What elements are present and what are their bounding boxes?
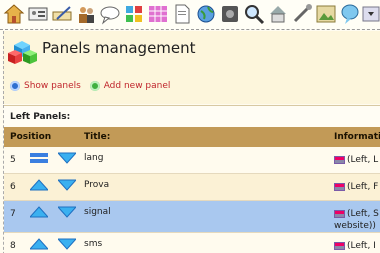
- section-label: Left Panels:: [4, 105, 380, 127]
- table-row[interactable]: 5 lang (Left, L: [4, 147, 380, 174]
- left-panels-section: Left Panels: Position Title: Informati 5…: [3, 105, 380, 253]
- row-info: (Left, S: [334, 209, 379, 219]
- row-position: 5: [10, 155, 16, 165]
- flag-icon: [334, 183, 345, 191]
- chat-bubble-icon[interactable]: [99, 3, 121, 25]
- row-title: lang: [84, 153, 104, 163]
- page-header: Panels management Show panels Add new pa…: [3, 31, 380, 104]
- row-arrows: [30, 237, 86, 251]
- row-position: 8: [10, 241, 16, 251]
- row-arrows: [30, 205, 86, 219]
- add-new-panel-label: Add new panel: [103, 81, 171, 91]
- globe-icon[interactable]: [195, 3, 217, 25]
- add-new-panel-link[interactable]: Add new panel: [89, 81, 171, 91]
- show-panels-link[interactable]: Show panels: [10, 81, 81, 91]
- row-title: Prova: [84, 180, 110, 190]
- document-icon[interactable]: [171, 3, 193, 25]
- search-icon[interactable]: [243, 3, 265, 25]
- pen-icon[interactable]: [51, 3, 73, 25]
- row-title: signal: [84, 207, 111, 217]
- flag-icon: [334, 242, 345, 250]
- flag-icon: [334, 210, 345, 218]
- panels-cubes-icon: [8, 41, 37, 64]
- row-info: (Left, I: [334, 241, 376, 251]
- move-up-icon[interactable]: [30, 237, 48, 251]
- row-position: 6: [10, 182, 16, 192]
- show-panels-label: Show panels: [24, 81, 81, 91]
- add-icon: [89, 81, 100, 91]
- row-title: sms: [84, 239, 103, 249]
- page-title: Panels management: [42, 39, 196, 57]
- move-up-icon[interactable]: [30, 205, 48, 219]
- table-row[interactable]: 8 sms (Left, I: [4, 233, 380, 253]
- show-icon: [10, 81, 20, 91]
- row-arrows: [30, 151, 86, 165]
- header-title: Title:: [84, 132, 111, 142]
- move-up-icon[interactable]: [30, 178, 48, 192]
- modules-cube-icon[interactable]: [123, 3, 145, 25]
- dropdown-icon[interactable]: [361, 3, 380, 25]
- house-settings-icon[interactable]: [267, 3, 289, 25]
- move-down-icon[interactable]: [58, 237, 76, 251]
- move-down-icon[interactable]: [58, 151, 76, 165]
- table-header: Position Title: Informati: [4, 127, 380, 147]
- image-gallery-icon[interactable]: [315, 3, 337, 25]
- table-row[interactable]: 6 Prova (Left, F: [4, 174, 380, 201]
- row-info-text: (Left, F: [347, 182, 379, 192]
- users-icon[interactable]: [75, 3, 97, 25]
- row-info-text: (Left, I: [347, 241, 376, 251]
- actions-bar: Show panels Add new panel: [10, 81, 176, 94]
- move-lines-icon[interactable]: [30, 151, 48, 165]
- toolbar: [0, 0, 380, 30]
- safe-icon[interactable]: [219, 3, 241, 25]
- row-info-extra: website)): [334, 221, 376, 231]
- flag-icon: [334, 156, 345, 164]
- row-info-text: (Left, L: [347, 155, 379, 165]
- header-position: Position: [10, 132, 52, 142]
- home-icon[interactable]: [3, 3, 25, 25]
- row-info: (Left, F: [334, 182, 378, 192]
- move-down-icon[interactable]: [58, 205, 76, 219]
- move-down-icon[interactable]: [58, 178, 76, 192]
- balloon-icon[interactable]: [339, 3, 361, 25]
- header-information: Informati: [334, 132, 380, 142]
- row-info-text: (Left, S: [347, 209, 379, 219]
- row-info: (Left, L: [334, 155, 378, 165]
- row-arrows: [30, 178, 86, 192]
- grid-icon[interactable]: [147, 3, 169, 25]
- row-position: 7: [10, 209, 16, 219]
- tools-icon[interactable]: [291, 3, 313, 25]
- table-row-selected[interactable]: 7 signal (Left, S website)): [4, 201, 380, 233]
- id-card-icon[interactable]: [27, 3, 49, 25]
